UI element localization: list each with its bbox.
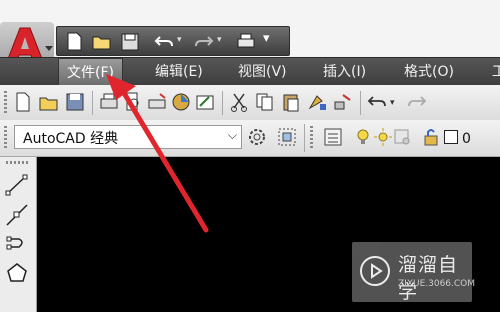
red-arrow-annotation: [106, 74, 209, 233]
